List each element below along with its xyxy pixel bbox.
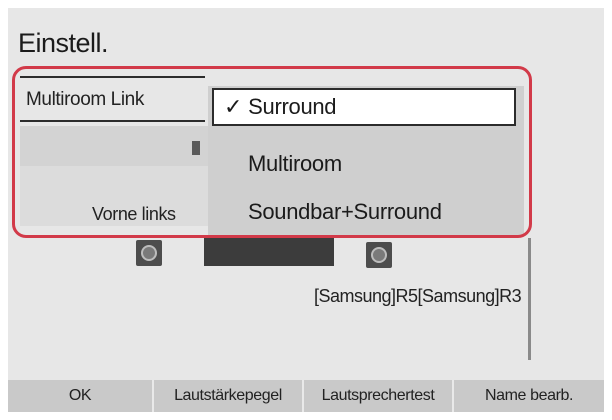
speaker-test-button[interactable]: Lautsprechertest [304, 380, 454, 412]
front-left-label: Vorne links [92, 204, 176, 224]
scrollbar[interactable] [528, 238, 531, 360]
arrow-marker-icon [192, 141, 200, 155]
dropdown-option-label: Surround [248, 94, 337, 119]
bottom-button-bar: OK Lautstärkepegel Lautsprechertest Name… [8, 380, 604, 412]
dropdown-option-multiroom[interactable]: Multiroom [208, 142, 524, 188]
speaker-icon[interactable] [366, 242, 392, 268]
settings-screen: Einstell. Multiroom Link ✓ Surround Multi… [8, 8, 604, 412]
speaker-icon[interactable] [136, 240, 162, 266]
speaker-caption: [Samsung]R5[Samsung]R3 [314, 286, 522, 306]
speaker-bar-graphic [204, 236, 334, 266]
rename-button[interactable]: Name bearb. [454, 380, 604, 412]
multiroom-link-setting[interactable]: Multiroom Link [20, 76, 205, 122]
dropdown-option-surround[interactable]: ✓ Surround [212, 88, 516, 126]
check-icon: ✓ [224, 94, 243, 119]
page-title: Einstell. [18, 28, 109, 58]
ok-button[interactable]: OK [8, 380, 154, 412]
dropdown-option-soundbar-surround[interactable]: Soundbar+Surround [208, 190, 524, 236]
multiroom-link-dropdown[interactable]: ✓ Surround Multiroom Soundbar+Surround [208, 86, 524, 236]
volume-level-button[interactable]: Lautstärkepegel [154, 380, 304, 412]
